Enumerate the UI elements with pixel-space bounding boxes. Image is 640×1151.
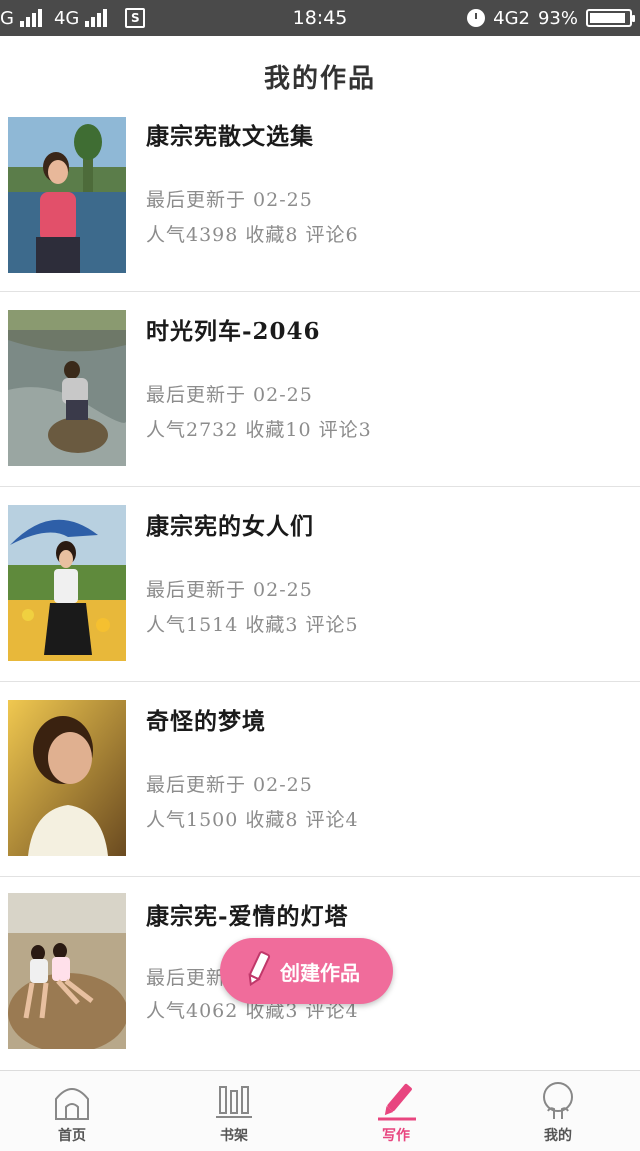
work-title: 奇怪的梦境 xyxy=(146,708,266,735)
nav-item-write[interactable]: 写作 xyxy=(316,1071,476,1151)
pencil-icon xyxy=(244,950,272,993)
page-title: 我的作品 xyxy=(263,63,376,94)
work-title: 时光列车-2046 xyxy=(146,318,321,345)
nav-item-home[interactable]: 首页 xyxy=(0,1071,152,1151)
bottom-nav: 首页 书架 写作 我的 xyxy=(0,1070,640,1151)
create-work-label: 创建作品 xyxy=(280,960,360,985)
cover-image xyxy=(8,505,126,661)
work-stats: 人气1500 收藏8 评论4 xyxy=(146,809,359,831)
list-item[interactable]: 时光列车-2046 最后更新于 02-25 人气2732 收藏10 评论3 xyxy=(0,292,640,487)
cover-image xyxy=(8,310,126,466)
list-item[interactable]: 奇怪的梦境 最后更新于 02-25 人气1500 收藏8 评论4 xyxy=(0,682,640,877)
nav-item-bookshelf[interactable]: 书架 xyxy=(154,1071,314,1151)
cover-image xyxy=(8,117,126,273)
alarm-icon xyxy=(467,9,486,27)
cover-image xyxy=(8,893,126,1049)
write-icon xyxy=(378,1083,416,1121)
work-updated: 最后更新于 02-25 xyxy=(146,579,313,601)
home-icon xyxy=(55,1088,89,1120)
work-stats: 人气4398 收藏8 评论6 xyxy=(146,224,359,246)
status-bar: G 4G S 18:45 4G2 93% xyxy=(0,0,640,36)
nav-label: 我的 xyxy=(544,1128,572,1144)
create-work-button[interactable]: 创建作品 xyxy=(220,938,393,1004)
profile-icon xyxy=(543,1082,573,1119)
work-updated: 最后更新于 02-25 xyxy=(146,774,313,796)
status-time: 18:45 xyxy=(292,7,348,29)
work-stats: 人气1514 收藏3 评论5 xyxy=(146,614,359,636)
work-title: 康宗宪的女人们 xyxy=(146,513,314,540)
nav-label: 书架 xyxy=(220,1128,248,1144)
network-type: 4G2 xyxy=(493,7,530,29)
work-title: 康宗宪-爱情的灯塔 xyxy=(146,903,349,930)
work-updated: 最后更新于 02-25 xyxy=(146,189,313,211)
nav-label: 首页 xyxy=(58,1128,86,1144)
nav-label: 写作 xyxy=(382,1128,410,1144)
bookshelf-icon xyxy=(216,1086,252,1118)
battery-percent: 93% xyxy=(537,7,578,29)
work-stats: 人气2732 收藏10 评论3 xyxy=(146,419,372,441)
battery-icon xyxy=(586,9,635,27)
cover-image xyxy=(8,700,126,856)
list-item[interactable]: 康宗宪的女人们 最后更新于 02-25 人气1514 收藏3 评论5 xyxy=(0,487,640,682)
work-title: 康宗宪散文选集 xyxy=(146,123,314,150)
list-item[interactable]: 康宗宪散文选集 最后更新于 02-25 人气4398 收藏8 评论6 xyxy=(0,97,640,292)
work-updated: 最后更新于 02-25 xyxy=(146,384,313,406)
nav-item-profile[interactable]: 我的 xyxy=(478,1071,638,1151)
